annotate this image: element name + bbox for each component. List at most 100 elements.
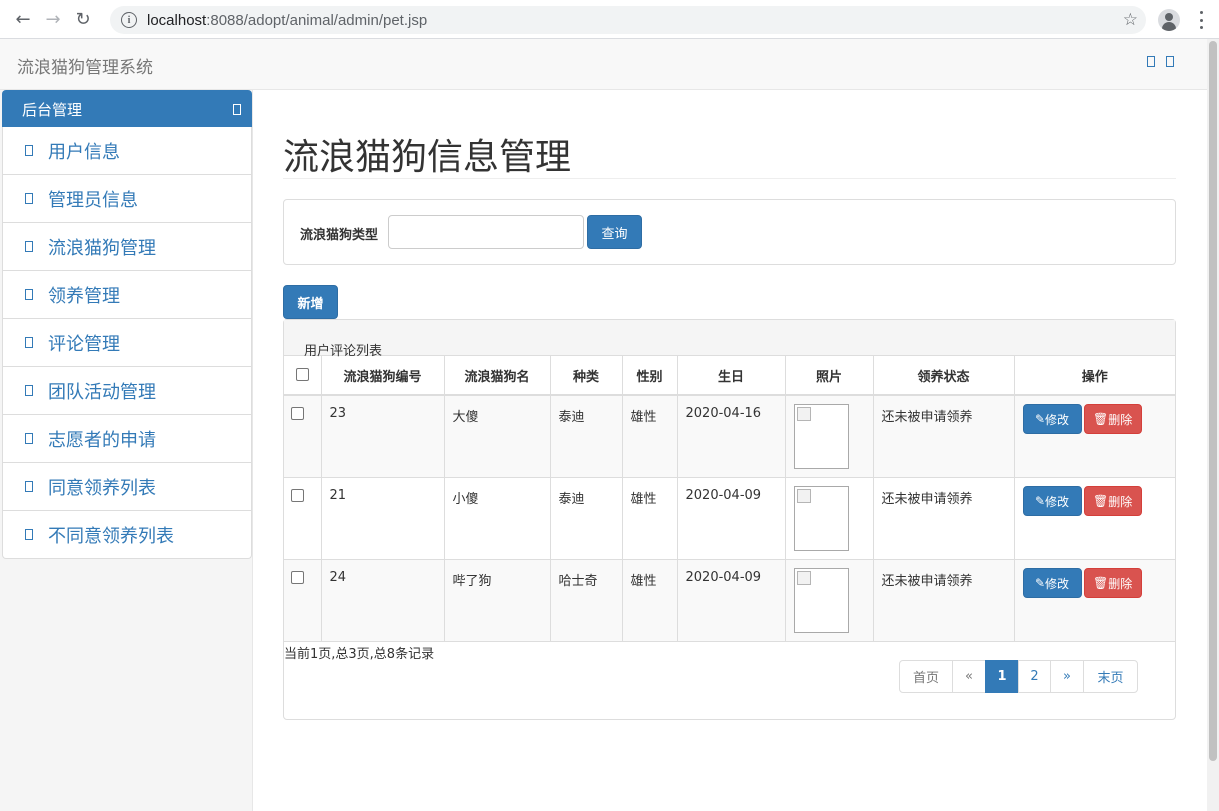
row-checkbox[interactable]	[291, 489, 304, 502]
column-header: 操作	[1014, 356, 1175, 396]
edit-label: 修改	[1045, 412, 1070, 427]
reload-icon[interactable]: ↻	[72, 8, 94, 30]
pet-kind: 哈士奇	[550, 559, 623, 642]
select-all-cell	[284, 356, 322, 396]
browser-menu-icon[interactable]	[1194, 11, 1208, 29]
column-header: 性别	[622, 356, 678, 396]
page-link-1[interactable]: 1	[985, 660, 1019, 693]
pet-sex: 雄性	[622, 559, 678, 642]
page-link-2[interactable]: 2	[1018, 660, 1051, 693]
menu-icon	[25, 193, 33, 204]
url-text[interactable]: localhost:8088/adopt/animal/admin/pet.js…	[147, 12, 427, 29]
chevron-icon	[233, 104, 241, 115]
delete-label: 删除	[1108, 494, 1133, 509]
search-button[interactable]: 查询	[587, 215, 642, 249]
page-title: 流浪猫狗信息管理	[283, 137, 572, 178]
photo-cell	[785, 477, 874, 560]
sidebar-item-adoption-management[interactable]: 领养管理	[2, 271, 252, 319]
actions-cell: ✎ 修改 🗑 删除	[1014, 395, 1175, 478]
divider	[283, 178, 1176, 179]
pet-birthday: 2020-04-09	[677, 559, 786, 642]
pet-type-input[interactable]	[388, 215, 584, 249]
bookmark-star-icon[interactable]: ☆	[1123, 10, 1138, 30]
page-info: 当前1页,总3页,总8条记录	[284, 647, 435, 662]
add-button[interactable]: 新增	[283, 285, 338, 319]
pagination: 首页 « 1 2 » 末页	[899, 660, 1138, 693]
adoption-status: 还未被申请领养	[873, 559, 1015, 642]
info-icon[interactable]: i	[121, 12, 137, 28]
pet-kind: 泰迪	[550, 477, 623, 560]
menu-icon	[25, 241, 33, 252]
pet-name: 大傻	[444, 395, 551, 478]
pet-id: 24	[321, 559, 445, 642]
pet-table: 流浪猫狗编号 流浪猫狗名 种类 性别 生日 照片 领养状态 操作 23 大傻 泰…	[284, 356, 1175, 642]
sidebar: 后台管理 用户信息 管理员信息 流浪猫狗管理 领养管理 评论管理 团队活动管理 …	[0, 90, 253, 811]
pet-name: 哔了狗	[444, 559, 551, 642]
pet-id: 21	[321, 477, 445, 560]
sidebar-heading[interactable]: 后台管理	[2, 90, 252, 127]
table-header-row: 流浪猫狗编号 流浪猫狗名 种类 性别 生日 照片 领养状态 操作	[284, 356, 1175, 396]
delete-button[interactable]: 🗑 删除	[1083, 486, 1142, 516]
last-page-link[interactable]: 末页	[1083, 660, 1138, 693]
sidebar-item-rejected-adoptions[interactable]: 不同意领养列表	[2, 511, 252, 559]
sidebar-item-label: 流浪猫狗管理	[48, 237, 156, 259]
menu-icon	[25, 433, 33, 444]
search-label: 流浪猫狗类型	[300, 228, 379, 243]
sidebar-item-team-activity[interactable]: 团队活动管理	[2, 367, 252, 415]
sidebar-item-user-info[interactable]: 用户信息	[2, 127, 252, 175]
column-header: 流浪猫狗名	[444, 356, 551, 396]
profile-avatar-icon[interactable]	[1158, 9, 1180, 31]
pet-sex: 雄性	[622, 477, 678, 560]
page-scrollbar[interactable]	[1207, 39, 1219, 811]
pet-birthday: 2020-04-09	[677, 477, 786, 560]
edit-label: 修改	[1045, 494, 1070, 509]
sidebar-panel: 后台管理 用户信息 管理员信息 流浪猫狗管理 领养管理 评论管理 团队活动管理 …	[2, 90, 252, 559]
column-header: 生日	[677, 356, 786, 396]
menu-icon	[25, 481, 33, 492]
adoption-status: 还未被申请领养	[873, 395, 1015, 478]
broken-image-icon	[793, 486, 849, 551]
scrollbar-thumb[interactable]	[1209, 41, 1217, 761]
first-page-link[interactable]: 首页	[899, 660, 953, 693]
sidebar-item-pet-management[interactable]: 流浪猫狗管理	[2, 223, 252, 271]
sidebar-item-comment-management[interactable]: 评论管理	[2, 319, 252, 367]
sidebar-item-label: 领养管理	[48, 285, 120, 307]
app-navbar: 流浪猫狗管理系统	[0, 39, 1207, 90]
delete-button[interactable]: 🗑 删除	[1083, 404, 1142, 434]
select-all-checkbox[interactable]	[295, 367, 309, 381]
address-bar[interactable]: i localhost:8088/adopt/animal/admin/pet.…	[110, 6, 1146, 34]
row-select-cell	[284, 477, 322, 560]
edit-label: 修改	[1045, 576, 1070, 591]
column-header: 领养状态	[873, 356, 1015, 396]
pet-name: 小傻	[444, 477, 551, 560]
sidebar-item-admin-info[interactable]: 管理员信息	[2, 175, 252, 223]
browser-toolbar: ← → ↻ i localhost:8088/adopt/animal/admi…	[0, 0, 1219, 39]
sidebar-item-label: 志愿者的申请	[48, 429, 156, 451]
column-header: 种类	[550, 356, 623, 396]
actions-cell: ✎ 修改 🗑 删除	[1014, 477, 1175, 560]
app-brand[interactable]: 流浪猫狗管理系统	[17, 53, 153, 78]
sidebar-item-volunteer-applications[interactable]: 志愿者的申请	[2, 415, 252, 463]
list-heading: 用户评论列表	[284, 320, 1175, 359]
broken-image-icon	[793, 568, 849, 633]
logout-icon[interactable]	[1166, 56, 1174, 67]
sidebar-item-label: 评论管理	[48, 333, 120, 355]
next-page-link[interactable]: »	[1050, 660, 1084, 693]
edit-button[interactable]: ✎ 修改	[1022, 486, 1082, 516]
table-row: 24 哔了狗 哈士奇 雄性 2020-04-09 还未被申请领养 ✎ 修改 🗑 删除	[284, 559, 1175, 642]
row-checkbox[interactable]	[291, 407, 304, 420]
table-row: 23 大傻 泰迪 雄性 2020-04-16 还未被申请领养 ✎ 修改 🗑 删除	[284, 395, 1175, 478]
pet-birthday: 2020-04-16	[677, 395, 786, 478]
actions-cell: ✎ 修改 🗑 删除	[1014, 559, 1175, 642]
row-checkbox[interactable]	[291, 571, 304, 584]
user-icon[interactable]	[1147, 56, 1155, 67]
menu-icon	[25, 289, 33, 300]
prev-page-link[interactable]: «	[952, 660, 986, 693]
forward-arrow-icon[interactable]: →	[42, 8, 64, 30]
edit-button[interactable]: ✎ 修改	[1022, 404, 1082, 434]
back-arrow-icon[interactable]: ←	[12, 8, 34, 30]
delete-button[interactable]: 🗑 删除	[1083, 568, 1142, 598]
broken-image-icon	[793, 404, 849, 469]
sidebar-item-approved-adoptions[interactable]: 同意领养列表	[2, 463, 252, 511]
edit-button[interactable]: ✎ 修改	[1022, 568, 1082, 598]
